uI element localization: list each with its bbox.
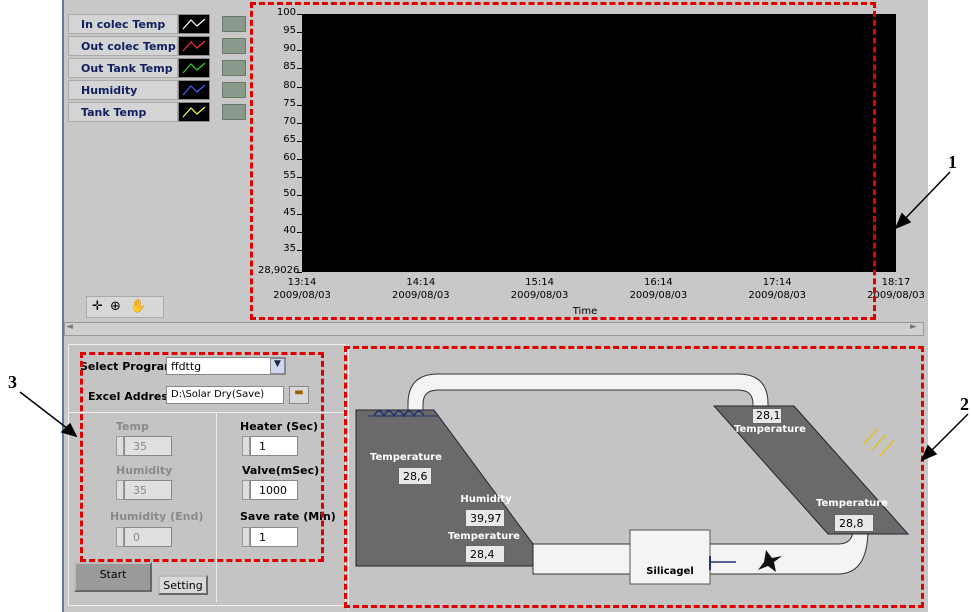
arrow-1 <box>899 171 951 225</box>
callout-arrows <box>19 171 969 462</box>
callout-label-2: 2 <box>960 394 969 414</box>
arrow-3 <box>19 391 73 433</box>
callout-label-1: 1 <box>948 152 957 172</box>
callout-label-3: 3 <box>8 372 17 392</box>
